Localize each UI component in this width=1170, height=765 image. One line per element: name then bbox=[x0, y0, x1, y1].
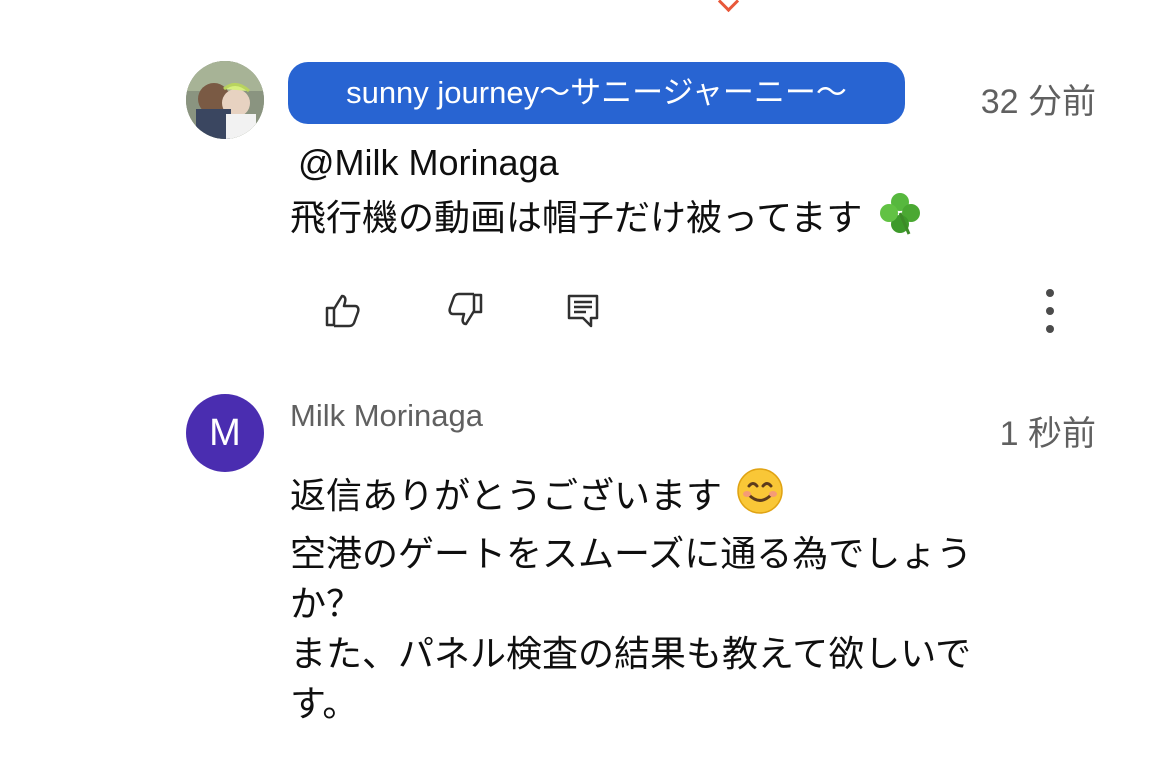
avatar-m[interactable]: M bbox=[186, 394, 264, 472]
comment-line: か？ bbox=[290, 584, 363, 625]
comment-author-name[interactable]: Milk Morinaga bbox=[290, 398, 483, 434]
reply-icon[interactable] bbox=[561, 288, 605, 332]
four-leaf-clover-icon bbox=[876, 189, 924, 251]
avatar-photo[interactable] bbox=[186, 61, 264, 139]
comment-text: 飛行機の動画は帽子だけ被ってます bbox=[290, 198, 863, 239]
mention-link[interactable]: @Milk Morinaga bbox=[298, 138, 559, 188]
comment-line: す。 bbox=[290, 684, 359, 725]
comment-time: 1 秒前 bbox=[999, 415, 1096, 453]
thumb-down-icon[interactable] bbox=[445, 288, 489, 332]
comment-line: 飛行機の動画は帽子だけ被ってます bbox=[290, 189, 1090, 251]
comment-line: 返信ありがとうございます bbox=[290, 466, 1090, 530]
comment-time: 32 分前 bbox=[980, 83, 1096, 121]
comment-body: 返信ありがとうございます 空港のゲートをスムーズに通る為でしょう か？ また、パ… bbox=[290, 466, 1090, 730]
avatar-letter: M bbox=[209, 411, 241, 454]
comment-line: 空港のゲートをスムーズに通る為でしょう bbox=[290, 534, 973, 575]
comment-body: @Milk Morinaga 飛行機の動画は帽子だけ被ってます bbox=[290, 138, 1090, 251]
comment-text: 返信ありがとうございます bbox=[290, 476, 723, 517]
smiling-face-icon bbox=[735, 466, 785, 530]
thumb-up-icon[interactable] bbox=[319, 288, 363, 332]
more-vertical-icon[interactable] bbox=[1033, 286, 1067, 336]
comment-line: また、パネル検査の結果も教えて欲しいで bbox=[290, 634, 972, 675]
top-indicator-mark bbox=[717, 0, 740, 13]
comment-author-badge[interactable]: sunny journey〜サニージャーニー〜 bbox=[288, 62, 905, 124]
avatar-photo-art bbox=[186, 61, 264, 139]
